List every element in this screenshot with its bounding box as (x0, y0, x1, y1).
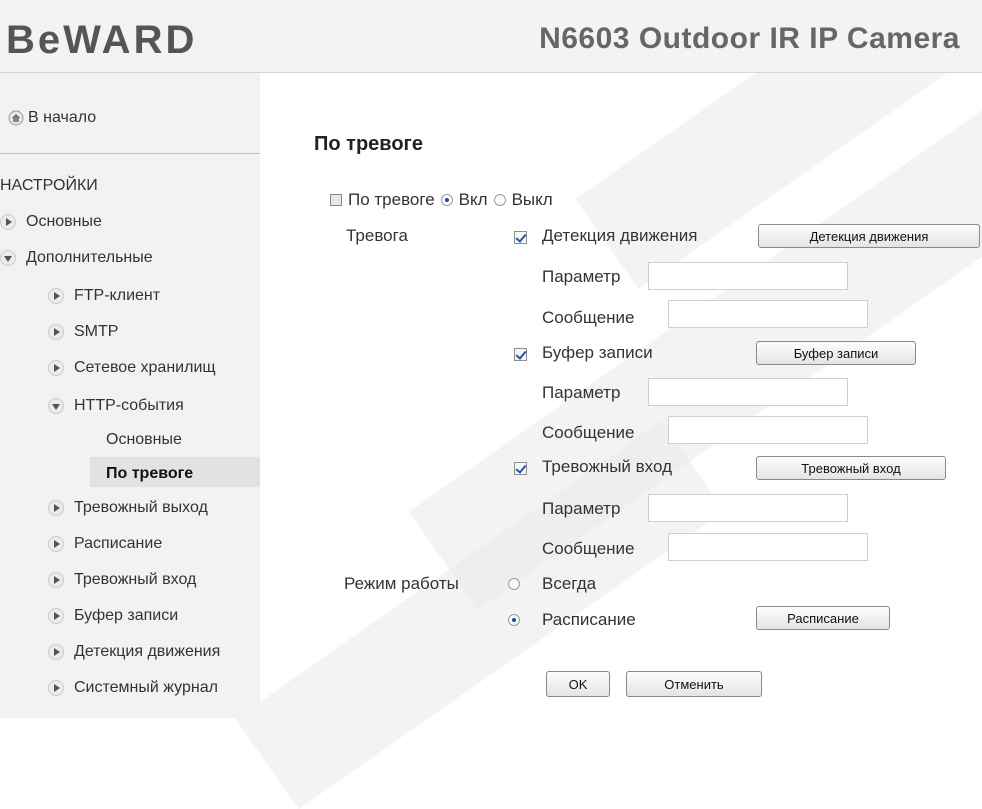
alarm-toggle-row: По тревоге Вкл Выкл (330, 190, 553, 210)
collapse-arrow-icon (0, 250, 16, 266)
sidebar-item-label: Тревожный выход (74, 499, 208, 516)
sidebar-item-label: Буфер записи (74, 607, 179, 624)
sidebar-item-system-log[interactable]: Системный журнал (48, 679, 218, 697)
sidebar-item-ftp-client[interactable]: FTP-клиент (48, 287, 160, 305)
camera-model-title: N6603 Outdoor IR IP Camera (539, 22, 960, 55)
alarm-input-checkbox[interactable] (514, 462, 527, 475)
record-buffer-button[interactable]: Буфер записи (756, 341, 916, 365)
sidebar-item-label: FTP-клиент (74, 287, 161, 304)
bullet-square-icon (330, 194, 342, 206)
sidebar-item-label: Расписание (74, 535, 163, 552)
expand-arrow-icon (0, 214, 16, 230)
sidebar-item-label: Детекция движения (74, 643, 221, 660)
message-label: Сообщение (542, 539, 635, 558)
home-link[interactable]: В начало (8, 109, 96, 127)
record-buffer-label: Буфер записи (542, 343, 653, 362)
parameter-label: Параметр (542, 383, 621, 402)
mode-schedule-label: Расписание (542, 610, 636, 629)
sidebar-item-motion-detection[interactable]: Детекция движения (48, 643, 260, 661)
expand-arrow-icon (48, 360, 64, 376)
alarm-on-radio[interactable] (440, 194, 453, 206)
sidebar-item-network-storage[interactable]: Сетевое хранилищ (48, 359, 216, 377)
parameter-label: Параметр (542, 267, 621, 286)
sidebar-item-alarm-output[interactable]: Тревожный выход (48, 499, 208, 517)
record-buffer-checkbox[interactable] (514, 348, 527, 361)
sidebar-subitem-on-alarm[interactable]: По тревоге (106, 465, 193, 483)
parameter-label: Параметр (542, 499, 621, 518)
sidebar-item-http-events[interactable]: HTTP-события (48, 397, 184, 415)
sidebar-item-basic[interactable]: Основные (0, 213, 102, 231)
watermark-band (235, 420, 725, 809)
alarm-on-label: Вкл (458, 190, 488, 209)
message-label: Сообщение (542, 423, 635, 442)
sidebar-item-label: Тревожный вход (74, 571, 197, 588)
motion-parameter-input[interactable] (648, 262, 848, 290)
buffer-parameter-input[interactable] (648, 378, 848, 406)
mode-label: Режим работы (344, 574, 459, 593)
motion-detection-checkbox[interactable] (514, 231, 527, 244)
sidebar-section-title: НАСТРОЙКИ (0, 177, 98, 194)
sidebar-item-label: По тревоге (106, 465, 194, 482)
expand-arrow-icon (48, 324, 64, 340)
sidebar-item-label: Основные (106, 431, 182, 448)
sidebar-item-schedule[interactable]: Расписание (48, 535, 162, 553)
sidebar-item-record-buffer[interactable]: Буфер записи (48, 607, 178, 625)
sidebar-item-label: Основные (26, 213, 102, 230)
sidebar-divider (0, 153, 260, 154)
sidebar: В начало НАСТРОЙКИ Основные Дополнительн… (0, 73, 260, 718)
page-title: По тревоге (314, 133, 423, 155)
sidebar-subitem-basic[interactable]: Основные (106, 431, 182, 449)
mode-schedule-radio[interactable] (508, 614, 520, 626)
expand-arrow-icon (48, 644, 64, 660)
motion-detection-button[interactable]: Детекция движения (758, 224, 980, 248)
ok-button[interactable]: OK (546, 671, 610, 697)
alarm-off-label: Выкл (511, 190, 553, 209)
sidebar-item-advanced[interactable]: Дополнительные (0, 249, 153, 267)
sidebar-item-label: Сетевое хранилищ (74, 359, 216, 376)
alarm-toggle-label: По тревоге (348, 190, 435, 209)
motion-detection-label: Детекция движения (542, 226, 698, 245)
sidebar-item-alarm-input[interactable]: Тревожный вход (48, 571, 196, 589)
sidebar-item-smtp[interactable]: SMTP (48, 323, 118, 341)
mode-always-radio[interactable] (508, 578, 520, 590)
message-label: Сообщение (542, 308, 635, 327)
sidebar-item-label: Дополнительные (26, 249, 153, 266)
alarm-input-button[interactable]: Тревожный вход (756, 456, 946, 480)
sidebar-item-label: HTTP-события (74, 397, 184, 414)
expand-arrow-icon (48, 680, 64, 696)
expand-arrow-icon (48, 572, 64, 588)
expand-arrow-icon (48, 608, 64, 624)
expand-arrow-icon (48, 536, 64, 552)
collapse-arrow-icon (48, 398, 64, 414)
home-link-label: В начало (28, 109, 97, 126)
sidebar-item-label: SMTP (74, 323, 119, 340)
input-parameter-input[interactable] (648, 494, 848, 522)
sidebar-item-label: Системный журнал (74, 679, 218, 696)
cancel-button[interactable]: Отменить (626, 671, 762, 697)
page-header: BeWARD N6603 Outdoor IR IP Camera (0, 0, 982, 73)
alarm-section-label: Тревога (346, 226, 408, 245)
home-icon (8, 110, 24, 126)
alarm-input-label: Тревожный вход (542, 457, 672, 476)
expand-arrow-icon (48, 500, 64, 516)
expand-arrow-icon (48, 288, 64, 304)
alarm-off-radio[interactable] (493, 194, 506, 206)
motion-message-input[interactable] (668, 300, 868, 328)
brand-logo: BeWARD (6, 18, 198, 62)
mode-always-label: Всегда (542, 574, 597, 593)
input-message-input[interactable] (668, 533, 868, 561)
schedule-button[interactable]: Расписание (756, 606, 890, 630)
buffer-message-input[interactable] (668, 416, 868, 444)
